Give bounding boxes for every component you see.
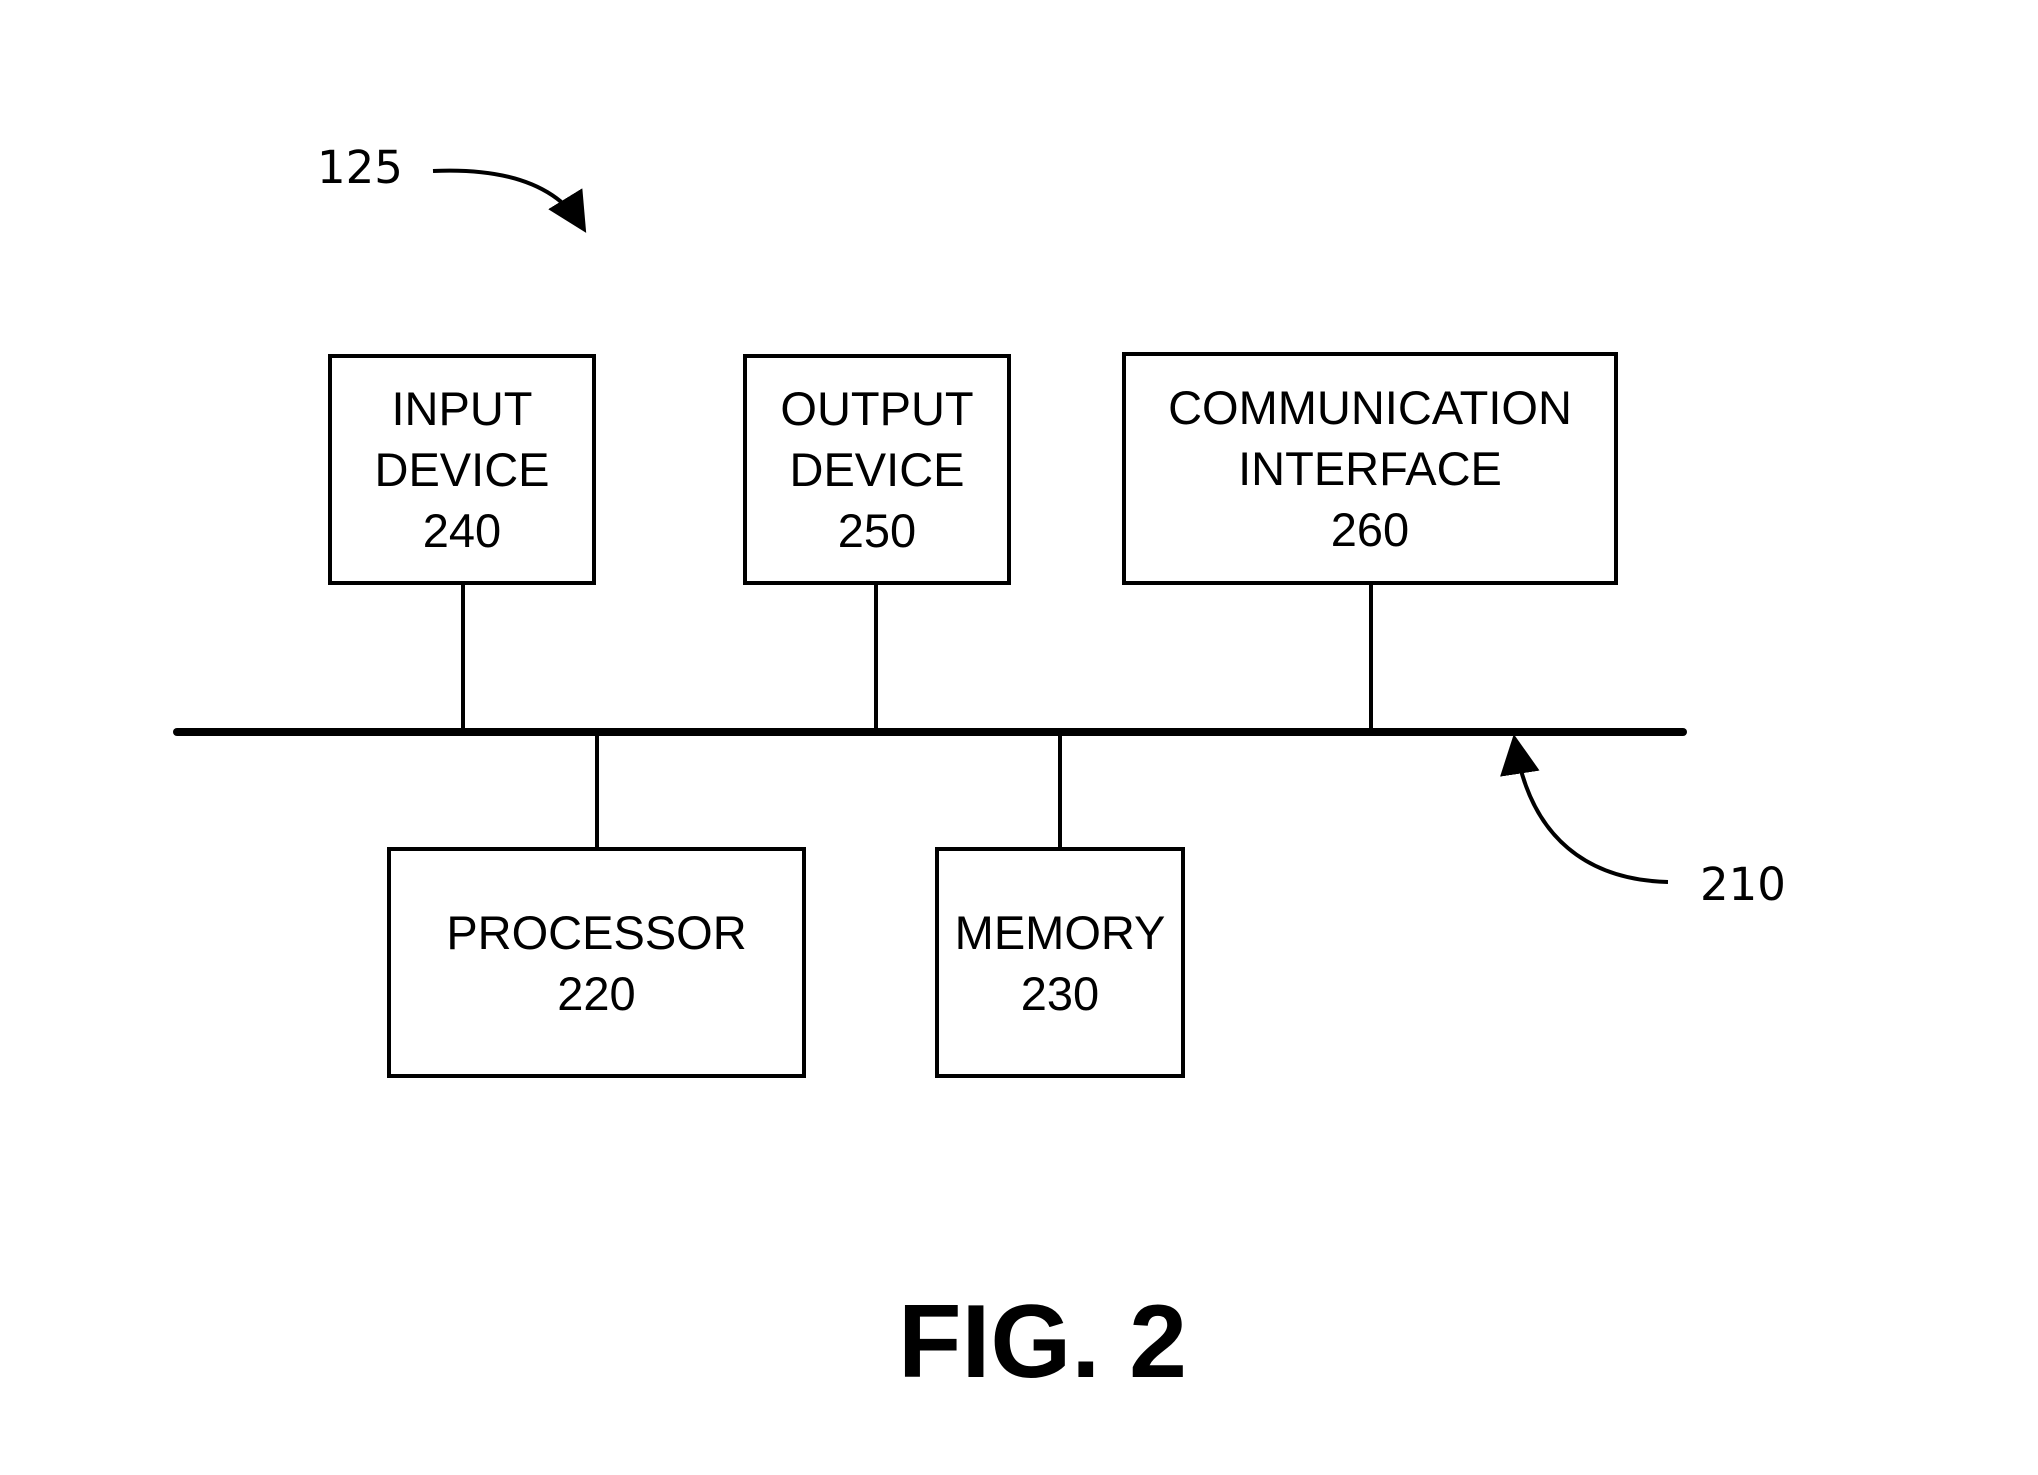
- output-device-line-3: 250: [837, 504, 917, 557]
- bus-reference-label: 210: [1700, 858, 1786, 911]
- processor-line-1: PROCESSOR: [446, 905, 747, 959]
- diagram-lines: [173, 168, 1687, 884]
- comm-interface-line-1: COMMUNICATION: [1168, 381, 1572, 434]
- communication-interface-box: COMMUNICATION INTERFACE 260: [1122, 352, 1618, 585]
- input-device-line-2: DEVICE: [374, 443, 550, 496]
- output-device-line-2: DEVICE: [789, 443, 965, 496]
- figure-title: FIG. 2: [898, 1284, 1187, 1400]
- memory-box: MEMORY 230: [935, 847, 1185, 1078]
- bus-ref-arrow: [1500, 734, 1669, 884]
- comm-interface-line-2: INTERFACE: [1238, 442, 1502, 495]
- system-reference-label: 125: [317, 141, 403, 194]
- processor-box: PROCESSOR 220: [387, 847, 806, 1078]
- input-device-line-1: INPUT: [391, 382, 533, 435]
- comm-interface-line-3: 260: [1330, 503, 1410, 556]
- output-device-box: OUTPUT DEVICE 250: [743, 354, 1011, 585]
- input-device-box: INPUT DEVICE 240: [328, 354, 596, 585]
- memory-line-2: 230: [1020, 966, 1100, 1020]
- input-device-line-3: 240: [422, 504, 502, 557]
- processor-line-2: 220: [557, 966, 636, 1020]
- system-ref-arrow: [432, 168, 587, 233]
- memory-line-1: MEMORY: [954, 905, 1166, 959]
- output-device-line-1: OUTPUT: [780, 382, 974, 435]
